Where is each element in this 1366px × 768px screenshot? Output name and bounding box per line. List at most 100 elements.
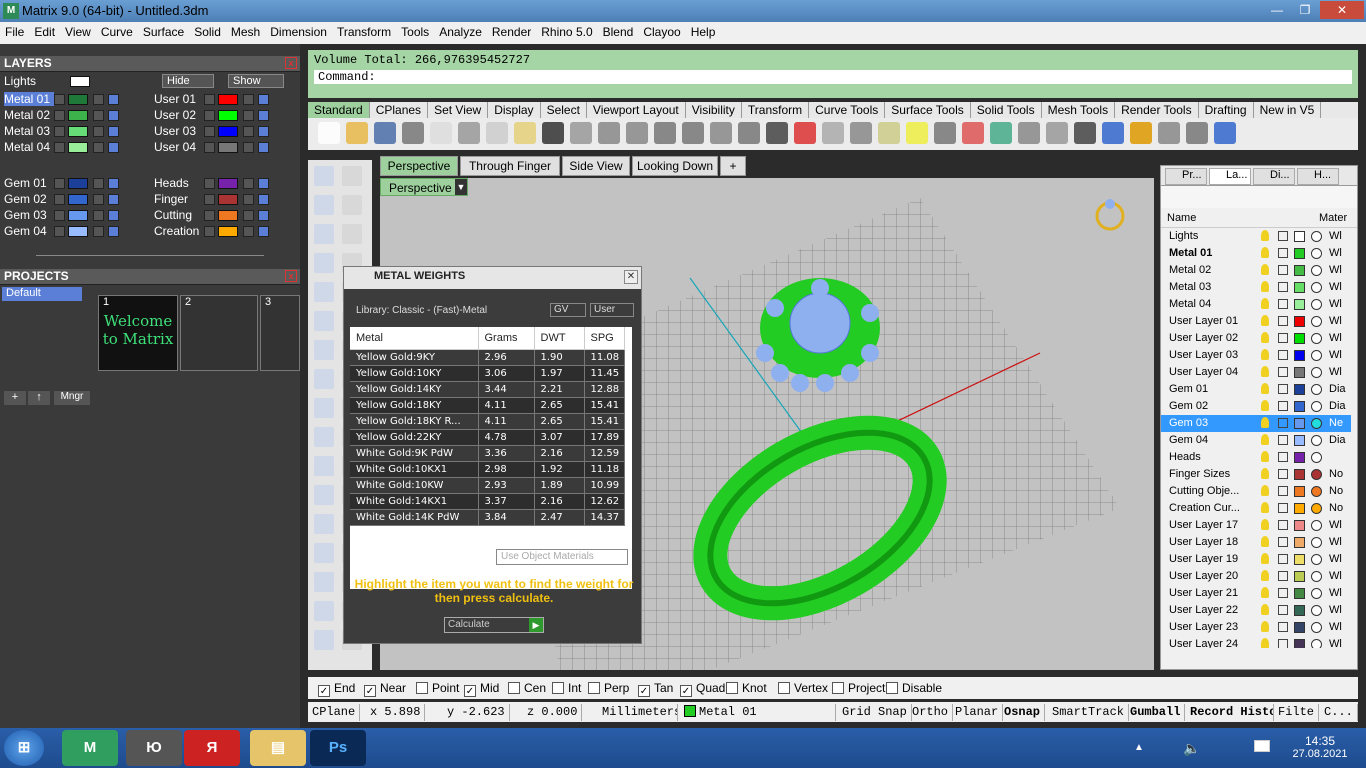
visibility-icon[interactable]	[108, 178, 119, 189]
planar-toggle[interactable]: Planar	[951, 704, 1004, 721]
menu-file[interactable]: File	[0, 22, 29, 42]
undo-icon[interactable]	[542, 122, 564, 144]
checkbox[interactable]	[588, 682, 600, 694]
osnap-perp[interactable]: Perp	[588, 681, 629, 695]
light-bulb-icon[interactable]	[1261, 434, 1269, 445]
layer-color-swatch[interactable]	[218, 194, 238, 205]
light-bulb-icon[interactable]	[1261, 468, 1269, 479]
layer-row[interactable]: User Layer 04 Wl	[1161, 364, 1351, 381]
import-icon[interactable]	[430, 122, 452, 144]
light-bulb-icon[interactable]	[1261, 264, 1269, 275]
rotate-view-icon[interactable]	[738, 122, 760, 144]
show-toggle[interactable]: Show	[228, 74, 284, 88]
toolbar-tab-solid-tools[interactable]: Solid Tools	[971, 102, 1042, 118]
lock-icon[interactable]	[1278, 605, 1288, 615]
layer-color[interactable]	[1294, 639, 1305, 648]
view-tab-side-view[interactable]: Side View	[562, 156, 630, 176]
toolbar-tab-standard[interactable]: Standard	[308, 102, 370, 118]
visibility-icon[interactable]	[108, 142, 119, 153]
layer-row-gem-04[interactable]: Gem 04	[0, 224, 145, 239]
light-bulb-icon[interactable]	[1261, 349, 1269, 360]
tool-icon[interactable]	[314, 543, 334, 563]
layer-row[interactable]: User Layer 21 Wl	[1161, 585, 1351, 602]
expand-icon[interactable]	[54, 178, 65, 189]
layer-row[interactable]: Metal 02 Wl	[1161, 262, 1351, 279]
lights-row[interactable]: Lights Hide Show	[0, 74, 300, 89]
column-dwt[interactable]: DWT	[534, 327, 585, 350]
panel-tab-2[interactable]: Di...	[1253, 168, 1295, 185]
layer-row[interactable]: User Layer 19 Wl	[1161, 551, 1351, 568]
layer-color-swatch[interactable]	[68, 110, 88, 121]
table-row[interactable]: White Gold:10KX1 2.98 1.92 11.18	[350, 461, 625, 478]
lock-icon[interactable]	[1278, 299, 1288, 309]
lock-icon[interactable]	[93, 194, 104, 205]
layer-color-swatch[interactable]	[68, 142, 88, 153]
photoshop-icon[interactable]: Ps	[310, 730, 366, 766]
light-bulb-icon[interactable]	[1261, 502, 1269, 513]
lock-icon[interactable]	[1278, 282, 1288, 292]
project-slot-2[interactable]: 2	[180, 295, 258, 371]
layer-row-cutting[interactable]: Cutting	[150, 208, 295, 223]
tool-icon[interactable]	[314, 456, 334, 476]
tool-icon[interactable]	[342, 195, 362, 215]
light-bulb-icon[interactable]	[1261, 417, 1269, 428]
toolbar-tab-render-tools[interactable]: Render Tools	[1115, 102, 1199, 118]
expand-icon[interactable]	[204, 226, 215, 237]
tool-icon[interactable]	[314, 166, 334, 186]
layer-row[interactable]: User Layer 03 Wl	[1161, 347, 1351, 364]
checkbox[interactable]	[832, 682, 844, 694]
toolbar-tab-display[interactable]: Display	[488, 102, 541, 118]
material-swatch[interactable]	[1311, 554, 1322, 565]
visibility-icon[interactable]	[258, 194, 269, 205]
zoom-extents-icon[interactable]	[682, 122, 704, 144]
expand-icon[interactable]	[204, 194, 215, 205]
lock-icon[interactable]	[243, 94, 254, 105]
properties-icon[interactable]	[822, 122, 844, 144]
visibility-icon[interactable]	[108, 110, 119, 121]
current-layer[interactable]: Metal 01	[680, 704, 836, 721]
view-tab-looking-down[interactable]: Looking Down	[632, 156, 718, 176]
calculate-button[interactable]: Calculate ▶	[444, 617, 544, 633]
expand-icon[interactable]	[204, 110, 215, 121]
tool-icon[interactable]	[342, 224, 362, 244]
layer-color[interactable]	[1294, 367, 1305, 378]
zoom-window-icon[interactable]	[654, 122, 676, 144]
sphere-shaded-icon[interactable]	[1074, 122, 1096, 144]
checkbox[interactable]: ✓	[318, 685, 330, 697]
expand-icon[interactable]	[204, 94, 215, 105]
lights-swatch[interactable]	[70, 76, 90, 87]
material-swatch[interactable]	[1311, 299, 1322, 310]
toolbar-tab-surface-tools[interactable]: Surface Tools	[885, 102, 971, 118]
toolbar-tab-transform[interactable]: Transform	[742, 102, 810, 118]
toolbar-tab-visibility[interactable]: Visibility	[686, 102, 742, 118]
tool-icon[interactable]	[314, 253, 334, 273]
expand-icon[interactable]	[204, 210, 215, 221]
layer-color-swatch[interactable]	[218, 110, 238, 121]
lock-icon[interactable]	[93, 126, 104, 137]
toolbar-tab-viewport-layout[interactable]: Viewport Layout	[587, 102, 686, 118]
expand-icon[interactable]	[204, 126, 215, 137]
layer-color[interactable]	[1294, 503, 1305, 514]
smarttrack-toggle[interactable]: SmartTrack	[1048, 704, 1130, 721]
lock-icon[interactable]	[93, 110, 104, 121]
lock-icon[interactable]	[243, 126, 254, 137]
cut-icon[interactable]	[458, 122, 480, 144]
point-icon[interactable]	[850, 122, 872, 144]
command-prompt[interactable]: Command:	[314, 70, 1352, 84]
lock-icon[interactable]	[93, 210, 104, 221]
layer-row[interactable]: Gem 02 Dia	[1161, 398, 1351, 415]
paste-icon[interactable]	[514, 122, 536, 144]
material-swatch[interactable]	[1311, 401, 1322, 412]
layer-row-finger[interactable]: Finger	[150, 192, 295, 207]
table-row[interactable]: White Gold:9K PdW 3.36 2.16 12.59	[350, 445, 625, 462]
lock-icon[interactable]	[1278, 588, 1288, 598]
material-swatch[interactable]	[1311, 384, 1322, 395]
layer-row-metal-04[interactable]: Metal 04	[0, 140, 145, 155]
lock-icon[interactable]	[1278, 486, 1288, 496]
expand-icon[interactable]	[54, 210, 65, 221]
menu-rhino-5-0[interactable]: Rhino 5.0	[536, 22, 597, 42]
clock[interactable]: 14:35 27.08.2021	[1290, 734, 1350, 760]
expand-icon[interactable]	[204, 142, 215, 153]
units-label[interactable]: Millimeters	[598, 704, 678, 721]
visibility-icon[interactable]	[108, 226, 119, 237]
